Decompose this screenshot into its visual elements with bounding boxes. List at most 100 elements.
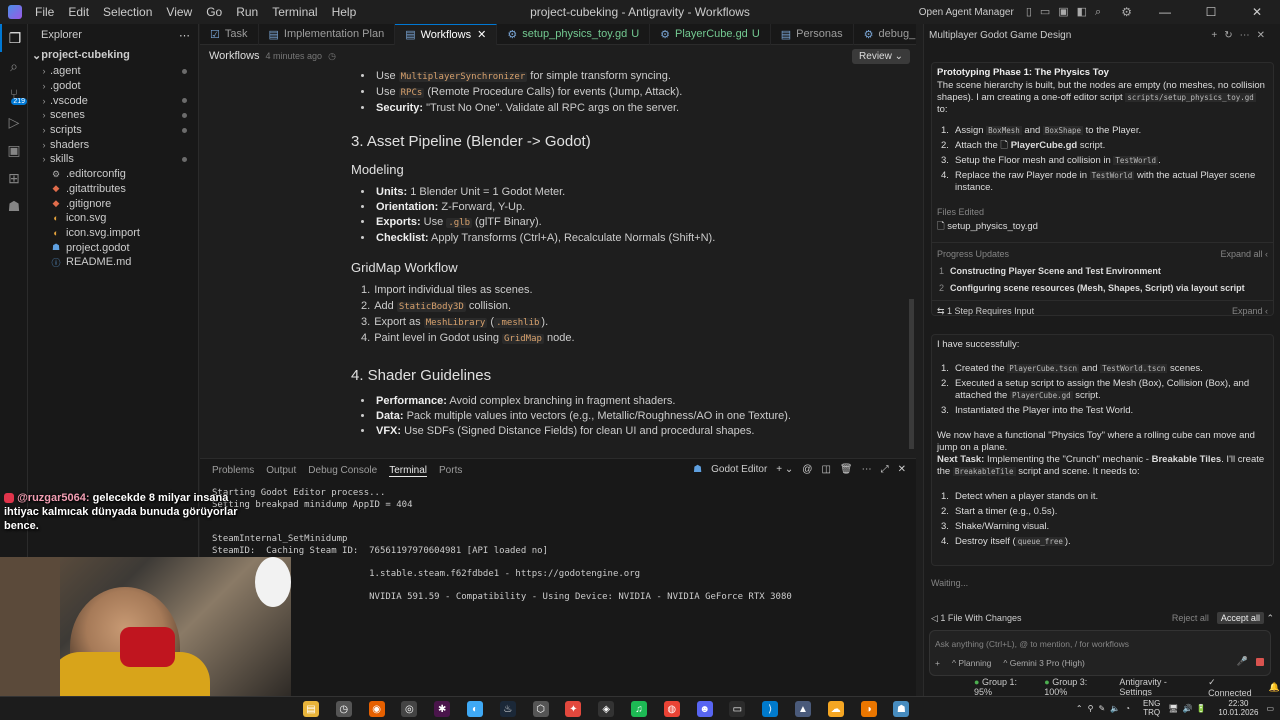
minimize-button[interactable]: — — [1142, 5, 1188, 19]
steam-icon[interactable]: ♨ — [499, 701, 516, 717]
app-logo-icon[interactable] — [8, 5, 22, 19]
close-tab-icon[interactable]: ✕ — [477, 28, 486, 41]
more-actions-icon[interactable]: ⋯ — [179, 29, 190, 42]
panel-tab-ports[interactable]: Ports — [439, 465, 462, 476]
menu-go[interactable]: Go — [199, 0, 229, 24]
tab-setup-physics-toy-gd[interactable]: ⚙ setup_physics_toy.gd U — [497, 23, 651, 45]
menu-file[interactable]: File — [28, 0, 61, 24]
expand-all-button[interactable]: Expand all ‹ — [1220, 249, 1268, 259]
tab-playercube-gd[interactable]: ⚙ PlayerCube.gd U — [650, 23, 771, 45]
folder-item[interactable]: › skills — [28, 152, 198, 167]
file-explorer-icon[interactable]: ▤ — [303, 701, 319, 717]
file-link[interactable]: PlayerCube.gd — [1011, 140, 1078, 151]
slack-icon[interactable]: ✱ — [434, 701, 451, 717]
add-context-button[interactable]: + — [935, 658, 940, 668]
vscode-icon[interactable]: ⟩ — [762, 701, 779, 717]
app-icon[interactable]: ⬡ — [532, 701, 549, 717]
firefox-icon[interactable]: ◉ — [368, 701, 385, 717]
obs-icon[interactable]: ◎ — [401, 701, 418, 717]
settings-status[interactable]: Antigravity - Settings — [1119, 677, 1199, 697]
file-item[interactable]: ⚙ .editorconfig — [28, 167, 198, 182]
accept-all-button[interactable]: Accept all — [1216, 612, 1264, 624]
file-item[interactable]: ☗ project.godot — [28, 240, 198, 255]
close-panel-icon[interactable]: ✕ — [898, 464, 906, 475]
launch-profile-icon[interactable]: @ — [802, 464, 812, 475]
panel-tab-terminal[interactable]: Terminal — [389, 465, 428, 477]
settings-gear-icon[interactable]: ⚙ — [1121, 5, 1132, 19]
explorer-root-folder[interactable]: ⌄ project-cubeking — [28, 46, 198, 64]
tab-task[interactable]: ☑ Task — [200, 23, 259, 45]
affinity-icon[interactable]: ✦ — [565, 701, 582, 717]
panel-tab-problems[interactable]: Problems — [212, 465, 254, 476]
folder-item[interactable]: › shaders — [28, 137, 198, 152]
stop-button[interactable] — [1256, 658, 1264, 666]
file-item[interactable]: ⓘ README.md — [28, 255, 198, 270]
microphone-icon[interactable]: 🎤 — [1237, 656, 1248, 667]
discord-icon[interactable]: ☻ — [696, 701, 713, 717]
menu-run[interactable]: Run — [229, 0, 265, 24]
clock[interactable]: 22:30 10.01.2026 — [1218, 699, 1258, 717]
open-agent-manager-button[interactable]: Open Agent Manager — [919, 7, 1014, 18]
notifications-icon[interactable]: 🔔 — [1269, 682, 1280, 693]
spotify-icon[interactable]: ♫ — [631, 701, 647, 717]
godot-taskbar-icon[interactable]: ☗ — [893, 701, 910, 717]
tab-implementation-plan[interactable]: ▤ Implementation Plan — [259, 23, 396, 45]
file-item[interactable]: ◐ icon.svg — [28, 211, 198, 226]
explorer-files-icon[interactable]: ❐ — [0, 24, 28, 52]
new-terminal-button[interactable]: + ⌄ — [776, 464, 793, 475]
clock-app-icon[interactable]: ◷ — [335, 701, 352, 717]
file-item[interactable]: ◆ .gitattributes — [28, 182, 198, 197]
group3-status[interactable]: ● Group 3: 100% — [1044, 677, 1110, 697]
panel-tab-debug-console[interactable]: Debug Console — [308, 465, 377, 476]
tab-debug[interactable]: ⚙ debug_ — [854, 23, 927, 45]
split-terminal-icon[interactable]: ◫ — [821, 464, 830, 475]
folder-item[interactable]: › scenes — [28, 108, 198, 123]
menu-help[interactable]: Help — [325, 0, 364, 24]
progress-item[interactable]: 2 Configuring scene resources (Mesh, Shap… — [937, 283, 1268, 293]
close-window-button[interactable]: ✕ — [1234, 5, 1280, 19]
more-icon[interactable]: ⋯ — [862, 464, 872, 475]
group1-status[interactable]: ● Group 1: 95% — [974, 677, 1035, 697]
folder-item[interactable]: › .vscode — [28, 93, 198, 108]
agent-chat-input[interactable]: Ask anything (Ctrl+L), @ to mention, / f… — [929, 630, 1271, 676]
godot-icon[interactable]: ☗ — [0, 192, 28, 220]
layout-icons[interactable]: ▯▭▣◧⌕ — [1026, 5, 1109, 19]
menu-terminal[interactable]: Terminal — [265, 0, 324, 24]
cloud-icon[interactable]: ☁ — [827, 701, 844, 717]
tray-icons[interactable]: ⌃⚲✎🔈◔ — [1076, 704, 1135, 713]
expand-button[interactable]: Expand ‹ — [1232, 306, 1268, 317]
kill-terminal-icon[interactable]: 🗑 — [840, 464, 853, 475]
figma-icon[interactable]: ◈ — [598, 701, 615, 717]
reject-all-button[interactable]: Reject all — [1172, 613, 1209, 623]
maximize-panel-icon[interactable]: ⤢ — [881, 464, 889, 475]
file-changes-toggle[interactable]: ◁ 1 File With Changes — [931, 613, 1021, 624]
progress-item[interactable]: 1 Constructing Player Scene and Test Envi… — [937, 266, 1268, 276]
review-button[interactable]: Review ⌄ — [852, 49, 910, 64]
folder-item[interactable]: › scripts — [28, 123, 198, 138]
maximize-button[interactable]: ☐ — [1188, 5, 1234, 19]
panel-tab-output[interactable]: Output — [266, 465, 296, 476]
source-control-icon[interactable]: ⑂ 219 — [0, 80, 28, 108]
menu-selection[interactable]: Selection — [96, 0, 159, 24]
editor-scrollbar[interactable] — [909, 299, 914, 449]
extensions-icon[interactable]: ⊞ — [0, 164, 28, 192]
terminal-output[interactable]: Starting Godot Editor process... Setting … — [212, 488, 792, 603]
history-icon[interactable]: ◷ — [328, 51, 336, 62]
model-selector[interactable]: ^ Gemini 3 Pro (High) — [1003, 658, 1084, 668]
remote-explorer-icon[interactable]: ▣ — [0, 136, 28, 164]
chrome-icon[interactable]: ◍ — [663, 701, 680, 717]
browser-icon[interactable]: ◐ — [467, 701, 483, 717]
terminal-icon[interactable]: ▭ — [729, 701, 746, 717]
connection-status[interactable]: ✓ Connected — [1208, 677, 1260, 698]
blender-icon[interactable]: ◑ — [860, 701, 877, 717]
folder-item[interactable]: › .godot — [28, 79, 198, 94]
file-item[interactable]: ◐ icon.svg.import — [28, 226, 198, 241]
agent-header-actions[interactable]: +↻⋯✕ — [1211, 30, 1272, 41]
menu-edit[interactable]: Edit — [61, 0, 96, 24]
notification-center-icon[interactable]: ▭ — [1266, 704, 1274, 713]
search-icon[interactable]: ⌕ — [0, 52, 28, 80]
edited-file-link[interactable]: 🗋 setup_physics_toy.gd — [937, 221, 1268, 233]
terminal-instance-label[interactable]: Godot Editor — [711, 464, 767, 475]
language-indicator[interactable]: ENG TRQ — [1143, 699, 1160, 717]
tab-personas[interactable]: ▤ Personas — [771, 23, 854, 45]
